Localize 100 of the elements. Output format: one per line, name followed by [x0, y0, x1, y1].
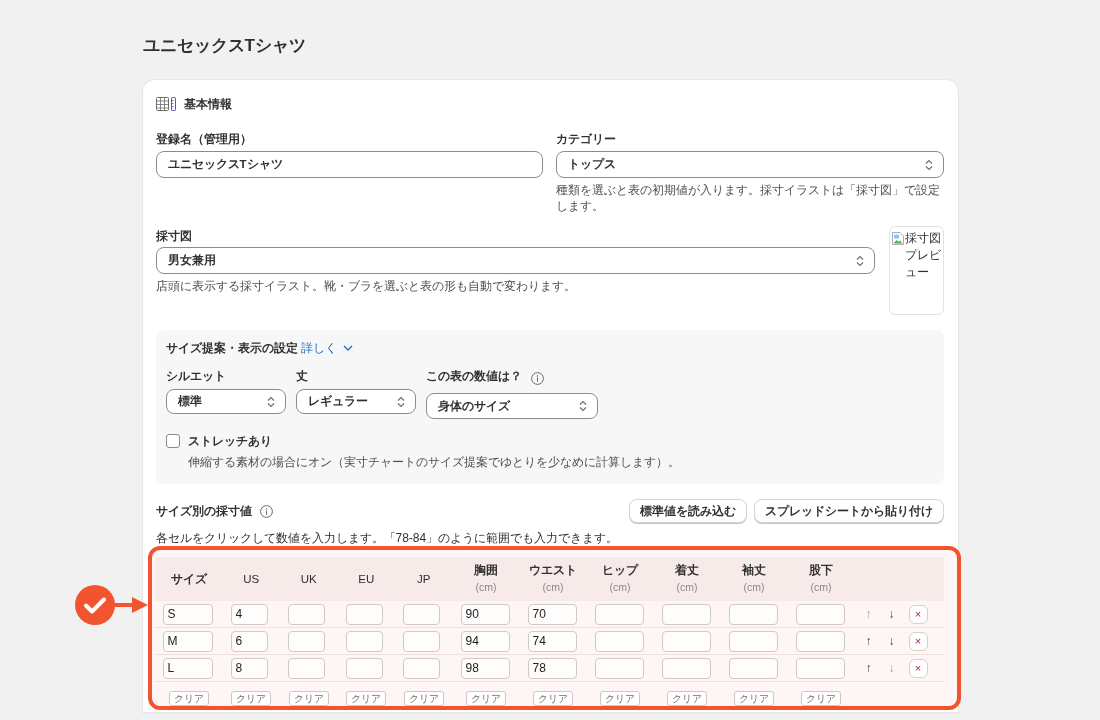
- measurement-input[interactable]: [661, 630, 711, 652]
- section-heading: 基本情報: [183, 96, 232, 112]
- field-label: カテゴリー: [556, 132, 616, 147]
- clear-button[interactable]: クリア: [231, 691, 272, 706]
- measurement-input[interactable]: 78: [527, 657, 577, 679]
- measurement-input[interactable]: 74: [527, 630, 577, 652]
- column-header: 胸囲: [474, 563, 498, 578]
- page-title: ユニセックスTシャツ: [142, 35, 306, 57]
- info-icon: [259, 504, 273, 518]
- column-header: サイズ: [170, 571, 207, 587]
- broken-image-icon: [891, 232, 904, 245]
- preview-alt-text: 採寸図プレビュー: [904, 231, 941, 280]
- clear-button[interactable]: クリア: [801, 691, 841, 706]
- move-down-button[interactable]: ↓: [885, 633, 898, 649]
- move-up-button[interactable]: ↑: [862, 660, 875, 676]
- category-select[interactable]: トップス: [556, 151, 944, 178]
- field-label: この表の数値は？: [425, 369, 522, 384]
- size-code-input[interactable]: 4: [230, 603, 268, 625]
- stretch-checkbox[interactable]: [165, 434, 180, 448]
- measurement-input[interactable]: [594, 657, 644, 679]
- size-code-input[interactable]: 8: [230, 657, 268, 679]
- setting-select[interactable]: 身体のサイズ: [425, 393, 598, 419]
- unit-label: (cm): [743, 580, 765, 595]
- column-header: JP: [417, 571, 431, 587]
- measurement-input[interactable]: [728, 630, 778, 652]
- column-header: UK: [300, 571, 317, 587]
- setting-select[interactable]: 標準: [165, 389, 286, 414]
- size-code-input[interactable]: [403, 657, 440, 679]
- size-code-input[interactable]: [288, 603, 325, 625]
- delete-row-button[interactable]: ×: [908, 658, 928, 678]
- measurement-input[interactable]: [661, 603, 711, 625]
- size-code-input[interactable]: [288, 657, 325, 679]
- help-text: 各セルをクリックして数値を入力します。「78-84」のように範囲でも入力できます。: [155, 531, 620, 546]
- size-code-input[interactable]: [403, 630, 440, 652]
- action-button[interactable]: 標準値を読み込む: [628, 499, 747, 523]
- measurement-input[interactable]: 98: [460, 657, 510, 679]
- measurement-input[interactable]: [795, 657, 845, 679]
- size-code-input[interactable]: [345, 657, 383, 679]
- details-link[interactable]: 詳しく: [300, 340, 337, 356]
- unit-label: (cm): [810, 580, 832, 595]
- unit-label: (cm): [542, 580, 564, 595]
- help-text: 店頭に表示する採寸イラスト。靴・ブラを選ぶと表の形も自動で変わります。: [155, 278, 576, 294]
- chevron-updown-icon: [855, 254, 864, 267]
- size-name-input[interactable]: L: [162, 657, 213, 679]
- measurement-input[interactable]: [594, 630, 644, 652]
- measurement-input[interactable]: [594, 603, 644, 625]
- column-header: EU: [358, 571, 375, 587]
- help-text: 伸縮する素材の場合にオン（実寸チャートのサイズ提案でゆとりを少なめに計算します）。: [187, 454, 681, 470]
- checkbox-label: ストレッチあり: [187, 434, 272, 449]
- field-label: 採寸図: [155, 229, 192, 244]
- setting-select[interactable]: レギュラー: [295, 389, 416, 414]
- delete-row-button[interactable]: ×: [908, 631, 928, 651]
- size-name-input[interactable]: M: [162, 630, 213, 652]
- column-header: US: [243, 571, 260, 587]
- column-header: 袖丈: [742, 563, 766, 578]
- clear-button[interactable]: クリア: [346, 691, 387, 706]
- size-code-input[interactable]: 6: [230, 630, 268, 652]
- measurement-input[interactable]: 90: [460, 603, 510, 625]
- table-icon: [155, 96, 176, 112]
- chevron-updown-icon: [266, 395, 275, 408]
- unit-label: (cm): [676, 580, 698, 595]
- measurement-input[interactable]: [728, 603, 778, 625]
- chevron-updown-icon: [578, 400, 587, 412]
- measurement-input[interactable]: [795, 603, 845, 625]
- size-code-input[interactable]: [345, 630, 383, 652]
- action-button[interactable]: スプレッドシートから貼り付け: [753, 499, 944, 523]
- measurement-input[interactable]: 94: [460, 630, 510, 652]
- size-code-input[interactable]: [403, 603, 440, 625]
- clear-button[interactable]: クリア: [403, 691, 444, 706]
- clear-button[interactable]: クリア: [600, 691, 640, 706]
- size-name-input[interactable]: S: [162, 603, 213, 625]
- delete-row-button[interactable]: ×: [908, 604, 928, 624]
- clear-button[interactable]: クリア: [168, 691, 209, 706]
- unit-label: (cm): [475, 580, 497, 595]
- field-label: 丈: [295, 369, 308, 384]
- measurement-input[interactable]: [728, 657, 778, 679]
- unit-label: (cm): [609, 580, 631, 595]
- measurement-input[interactable]: 70: [527, 603, 577, 625]
- clear-button[interactable]: クリア: [288, 691, 329, 706]
- section-title: サイズ別の採寸値: [155, 504, 252, 519]
- clear-button[interactable]: クリア: [533, 691, 573, 706]
- clear-button[interactable]: クリア: [466, 691, 506, 706]
- move-up-button[interactable]: ↑: [862, 633, 875, 649]
- clear-button[interactable]: クリア: [667, 691, 707, 706]
- help-text: 種類を選ぶと表の初期値が入ります。採寸イラストは「採寸図」で設定します。: [556, 182, 941, 214]
- measurement-input[interactable]: [795, 630, 845, 652]
- column-header: 股下: [809, 563, 833, 578]
- panel-title: サイズ提案・表示の設定: [165, 340, 298, 356]
- field-label: 登録名（管理用）: [155, 132, 252, 147]
- measurement-input[interactable]: [661, 657, 711, 679]
- move-down-button[interactable]: ↓: [885, 606, 898, 622]
- diagram-select[interactable]: 男女兼用: [155, 247, 875, 274]
- column-header: ウエスト: [529, 563, 577, 578]
- chevron-updown-icon: [396, 395, 405, 408]
- size-code-input[interactable]: [288, 630, 325, 652]
- size-code-input[interactable]: [345, 603, 383, 625]
- column-header: ヒップ: [602, 562, 638, 578]
- name-input[interactable]: ユニセックスTシャツ: [155, 151, 543, 178]
- clear-button[interactable]: クリア: [734, 691, 774, 706]
- field-label: シルエット: [165, 369, 226, 384]
